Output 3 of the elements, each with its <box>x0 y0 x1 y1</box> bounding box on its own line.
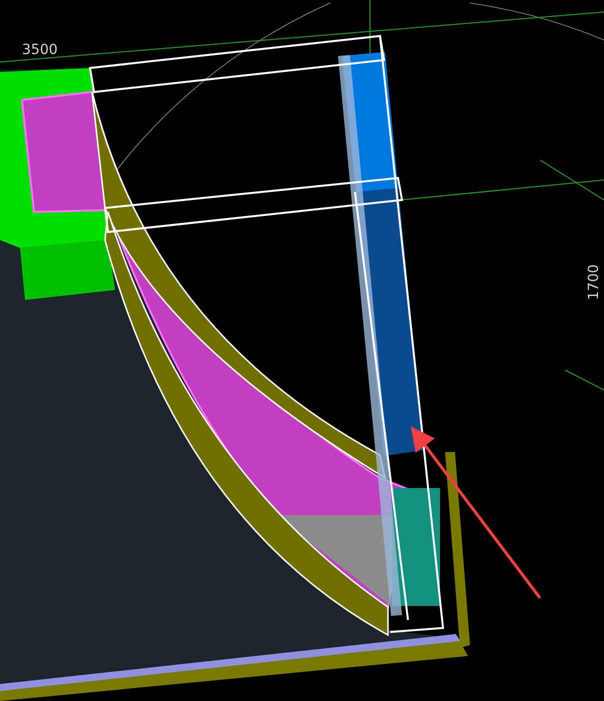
3d-viewport[interactable]: 3500 1700 <box>0 0 604 701</box>
dimension-label: 1700 <box>586 264 602 300</box>
dimension-label: 3500 <box>22 42 58 58</box>
